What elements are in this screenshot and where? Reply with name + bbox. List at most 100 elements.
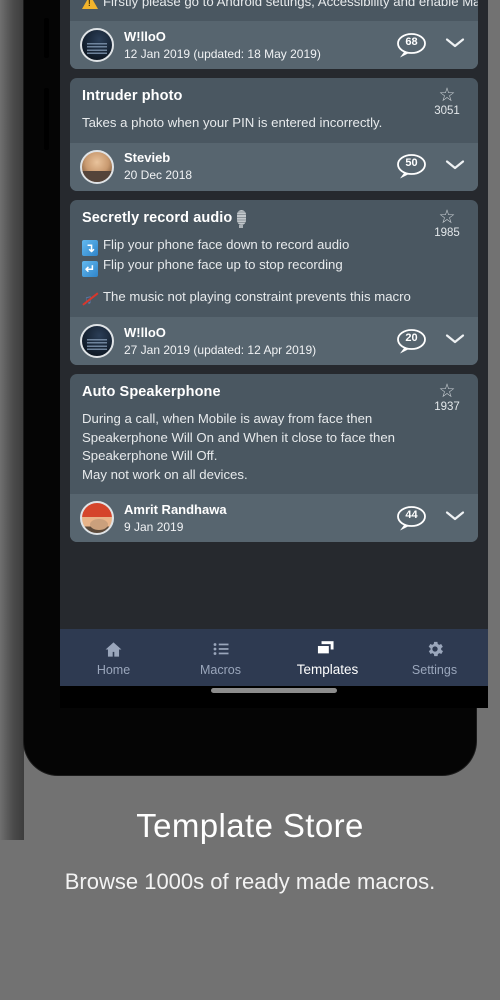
author-meta: Stevieb 20 Dec 2018 [124,150,396,183]
nav-item-label: Templates [296,661,359,677]
card-footer: W!lloO 27 Jan 2019 (updated: 12 Apr 2019)… [70,317,478,365]
expand-chevron-down-icon[interactable] [444,332,466,350]
card-title-text: Intruder photo [82,88,183,104]
comment-button[interactable]: 68 [396,32,430,59]
description-text: During a call, when Mobile is away from … [82,411,373,426]
card-description: ↴ Flip your phone face down to record aud… [82,236,466,308]
description-line: ↵ Flip your phone face up to stop recordi… [82,256,422,277]
phone-power-button[interactable] [44,18,49,58]
nav-item-label: Macros [200,662,241,677]
phone-screen: ☆4438Automatically skip all skipable ads… [60,0,488,708]
comment-button[interactable]: 50 [396,153,430,180]
card-description: During a call, when Mobile is away from … [82,410,466,484]
comment-count: 44 [405,508,418,521]
phone-frame: ☆4438Automatically skip all skipable ads… [24,0,488,775]
nav-item-settings[interactable]: Settings [381,629,488,686]
description-text: Flip your phone face down to record audi… [103,236,350,252]
card-title: Secretly record audio [82,209,466,228]
star-icon[interactable]: ☆ [427,86,467,105]
comment-count: 68 [405,35,418,48]
list-icon[interactable] [211,639,231,660]
card-body: Auto Speakerphone ☆ 1937 During a call, whe… [70,374,478,494]
template-card[interactable]: Auto Speakerphone ☆ 1937 During a call, whe… [70,374,478,542]
gesture-pill[interactable] [211,688,337,693]
card-body: Intruder photo ☆ 3051 Takes a photo when yo… [70,78,478,143]
comment-count: 50 [405,157,418,169]
caption: Template Store Browse 1000s of ready mad… [0,805,500,900]
card-body: ☆4438Automatically skip all skipable ads… [70,0,478,21]
card-description: Takes a photo when your PIN is entered i… [82,114,466,133]
card-description: Automatically skip all skipable ads in Y… [82,0,478,11]
expand-chevron-down-icon[interactable] [444,36,466,54]
gear-icon[interactable] [425,639,445,660]
warning-icon [82,0,98,9]
description-line: Speakerphone Will On and When it close t… [82,429,422,448]
card-title: Auto Speakerphone [82,383,466,402]
nav-item-templates[interactable]: Templates [274,629,381,686]
caption-subtitle: Browse 1000s of ready made macros. [64,869,436,894]
description-text: May not work on all devices. [82,466,248,482]
favourite-indicator[interactable]: ☆ 1937 [427,382,467,413]
card-footer: Amrit Randhawa 9 Jan 2019 44 [70,494,478,542]
publish-date: 12 Jan 2019 (updated: 18 May 2019) [124,46,321,61]
card-footer: Stevieb 20 Dec 2018 50 [70,142,478,191]
avatar[interactable] [80,501,114,535]
author-meta: Amrit Randhawa 9 Jan 2019 [124,502,396,535]
avatar[interactable] [80,324,114,358]
template-card-list[interactable]: ☆4438Automatically skip all skipable ads… [60,0,488,542]
gesture-navigation-bar [60,686,488,708]
description-text: Speakerphone Will Off. [82,448,218,463]
star-count: 1985 [434,226,460,239]
description-line: During a call, when Mobile is away from … [82,410,422,429]
nav-item-macros[interactable]: Macros [167,629,274,686]
author-meta: W!lloO 12 Jan 2019 (updated: 18 May 2019) [124,29,396,62]
star-icon[interactable]: ☆ [427,208,467,227]
publish-date: 20 Dec 2018 [124,168,193,182]
template-card[interactable]: Secretly record audio ☆ 1985 ↴ Flip your ph… [70,199,478,365]
favourite-indicator[interactable]: ☆ 1985 [427,208,467,239]
description-line: ↴ Flip your phone face down to record aud… [82,236,422,256]
description-line: May not work on all devices. [82,466,422,485]
description-line: Firstly please go to Android settings, A… [82,0,478,11]
star-count: 3051 [434,105,460,117]
description-line: Takes a photo when your PIN is entered i… [82,114,422,133]
card-footer: W!lloO 12 Jan 2019 (updated: 18 May 2019)… [70,21,478,69]
description-text: Takes a photo when your PIN is entered i… [82,115,383,130]
favourite-indicator[interactable]: ☆ 3051 [427,86,467,117]
arrow-down-icon: ↴ [82,240,98,256]
phone-volume-button[interactable] [44,88,49,150]
author-meta: W!lloO 27 Jan 2019 (updated: 12 Apr 2019) [124,325,396,358]
bottom-navigation-bar[interactable]: Home Macros Templates Settings [60,629,488,686]
template-card[interactable]: ☆4438Automatically skip all skipable ads… [70,0,478,69]
expand-chevron-down-icon[interactable] [444,509,466,527]
microphone-icon [236,209,246,228]
avatar[interactable] [80,28,114,62]
publish-date: 27 Jan 2019 (updated: 12 Apr 2019) [124,342,317,357]
card-title-text: Auto Speakerphone [82,384,221,400]
description-line: ♫ The music not playing constraint preven… [82,288,422,308]
avatar[interactable] [80,149,114,184]
description-text: The music not playing constraint prevent… [103,288,411,304]
description-text: Flip your phone face up to stop recordin… [103,257,343,272]
star-count: 1937 [434,401,460,413]
comment-button[interactable]: 20 [396,328,430,355]
template-card[interactable]: Intruder photo ☆ 3051 Takes a photo when yo… [70,78,478,191]
author-name: W!lloO [124,28,166,44]
description-text: Speakerphone Will On and When it close t… [82,429,396,445]
windows-icon[interactable] [315,639,340,660]
card-title-text: Secretly record audio [82,209,233,226]
home-icon[interactable] [103,639,124,660]
author-name: W!lloO [124,324,166,340]
card-title: Intruder photo [82,87,466,106]
comment-button[interactable]: 44 [396,505,430,532]
expand-chevron-down-icon[interactable] [444,158,466,176]
nav-item-label: Settings [411,662,458,677]
star-icon[interactable]: ☆ [427,382,467,401]
author-name: Stevieb [124,150,171,165]
arrow-up-icon: ↵ [82,260,98,277]
description-text: Firstly please go to Android settings, A… [103,0,478,9]
card-body: Secretly record audio ☆ 1985 ↴ Flip your ph… [70,200,478,318]
author-name: Amrit Randhawa [124,501,227,517]
nav-item-home[interactable]: Home [60,629,167,686]
music-muted-icon: ♫ [82,291,98,307]
